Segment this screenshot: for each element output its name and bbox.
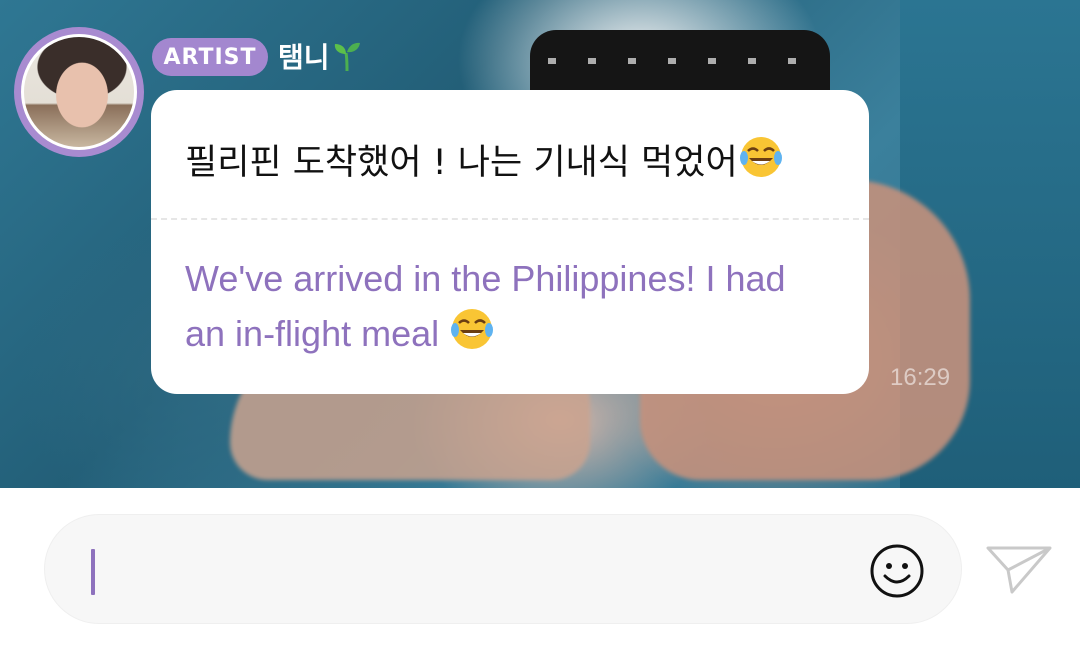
- message-input[interactable]: [44, 514, 962, 624]
- sender-name[interactable]: 탬니: [278, 36, 362, 76]
- message-bubble[interactable]: 필리핀 도착했어 ! 나는 기내식 먹었어 We've arrived in t…: [151, 90, 869, 394]
- send-icon[interactable]: [984, 540, 1054, 600]
- message-original: 필리핀 도착했어 ! 나는 기내식 먹었어: [185, 134, 784, 185]
- text-caret: [91, 549, 95, 595]
- sprout-icon: [332, 40, 362, 72]
- smiley-icon[interactable]: [869, 543, 925, 599]
- background-photo-phone-detail: [548, 58, 808, 64]
- artist-badge: ARTIST: [152, 38, 268, 76]
- sender-avatar[interactable]: [14, 27, 144, 157]
- avatar-photo: [21, 34, 137, 150]
- sender-name-label: 탬니: [278, 41, 330, 74]
- face-with-tears-of-joy-icon: [738, 134, 784, 180]
- message-translation: We've arrived in the Philippines! I had …: [185, 252, 825, 361]
- message-timestamp: 16:29: [890, 364, 951, 391]
- translation-divider: [151, 218, 869, 220]
- face-with-tears-of-joy-icon: [449, 306, 495, 352]
- message-original-text: 필리핀 도착했어 ! 나는 기내식 먹었어: [185, 143, 738, 183]
- composer-bar: [0, 488, 1080, 647]
